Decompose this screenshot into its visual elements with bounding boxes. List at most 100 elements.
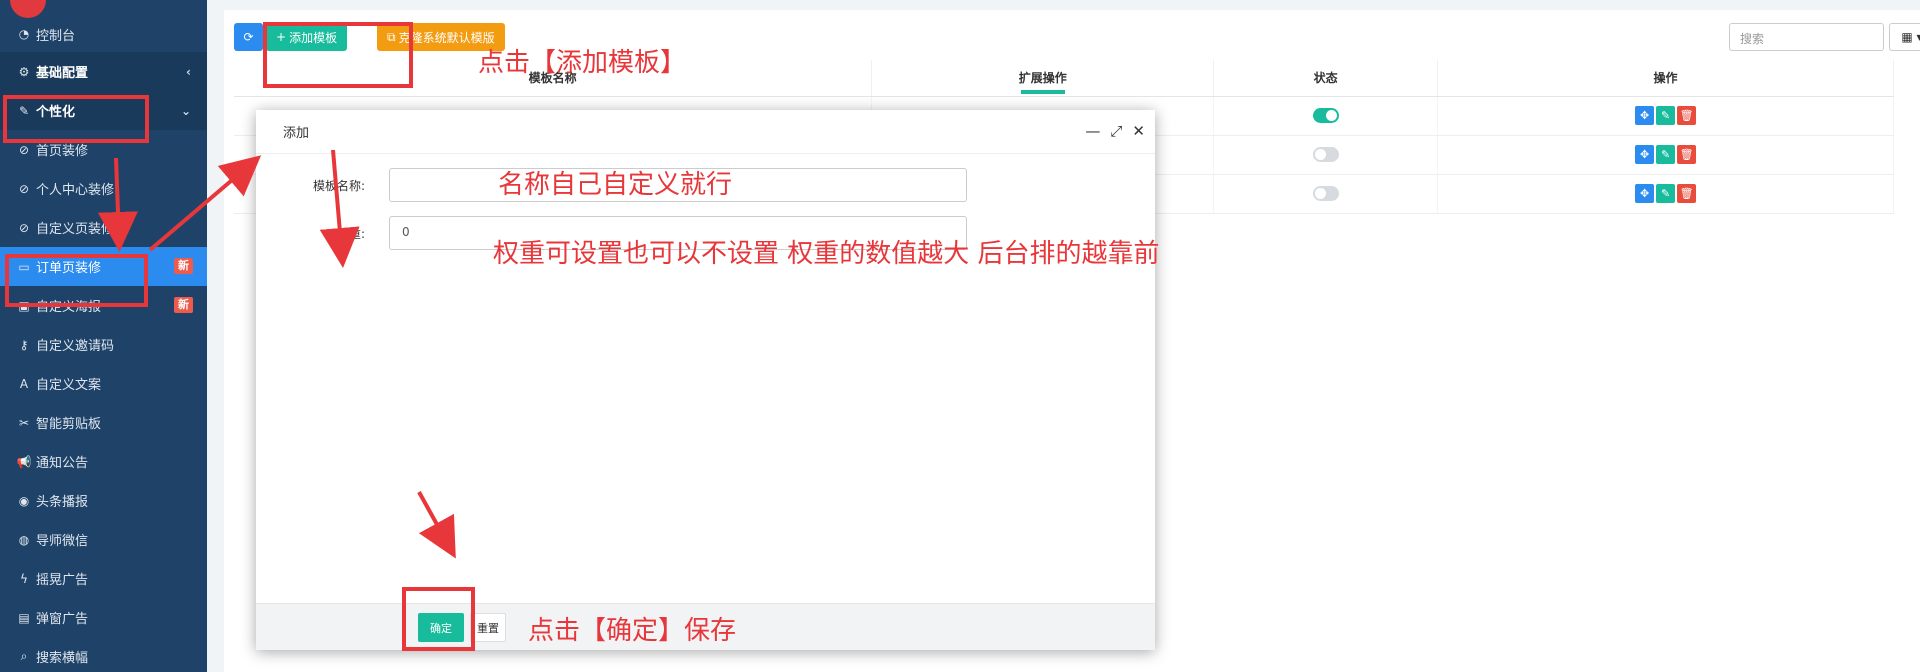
cell-status <box>1213 174 1439 214</box>
sidebar-item-label: 基础配置 <box>36 66 89 81</box>
dashboard-icon: ◔ <box>18 27 30 41</box>
trash-icon: 🗑 <box>1679 148 1694 161</box>
sidebar-item-7[interactable]: ▣ 自定义海报 新 <box>0 286 207 325</box>
sidebar-item-label: 搜索横幅 <box>36 651 89 666</box>
font-icon: A <box>19 376 29 391</box>
sidebar-item-label: 自定义文案 <box>36 378 102 393</box>
pencil-icon: ✎ <box>1660 109 1671 122</box>
scissors-icon: ✂ <box>18 415 30 430</box>
paint-icon: ⊘ <box>18 181 30 196</box>
dialog-title: 添加 <box>283 126 310 141</box>
extended-op-button[interactable] <box>1020 90 1065 94</box>
maximize-icon[interactable]: ⤢ <box>1110 122 1122 140</box>
drag-move-button[interactable]: ✥ <box>1635 184 1655 203</box>
podcast-icon: ◉ <box>18 493 30 508</box>
sidebar-item-label: 弹窗广告 <box>36 612 89 627</box>
sidebar: ◔ 控制台 ⚙ 基础配置 ‹ ✎ 个性化 ⌄ ⊘ 首页装修 ⊘ 个人中心装修 ⊘ 自定义页装修 ▭ 订单页装修… <box>0 0 207 672</box>
paint-icon: ⊘ <box>18 142 30 157</box>
cell-status <box>1213 96 1439 136</box>
template-name-label: 模板名称: <box>312 178 365 193</box>
confirm-button[interactable]: 确定 <box>418 613 464 642</box>
sidebar-item-15[interactable]: ▤ 弹窗广告 <box>0 598 207 637</box>
minimize-icon[interactable]: — <box>1085 122 1100 140</box>
delete-button[interactable]: 🗑 <box>1677 145 1697 164</box>
bullhorn-icon: 📢 <box>16 454 32 469</box>
cell-status <box>1213 135 1439 175</box>
edit-button[interactable]: ✎ <box>1656 145 1676 164</box>
column-header-actions[interactable]: 操作 <box>1437 60 1894 97</box>
annotation-click-ok: 点击【确定】保存 <box>528 616 737 646</box>
reset-button[interactable]: 重置 <box>470 613 506 642</box>
dialog-header: 添加 — ⤢ ✕ <box>256 110 1155 154</box>
paint-icon: ⊘ <box>18 220 30 235</box>
chevron-down-icon: ⌄ <box>180 103 191 118</box>
cogs-icon: ⚙ <box>18 64 30 79</box>
sidebar-item-label: 个性化 <box>36 105 76 120</box>
sidebar-item-13[interactable]: ◍ 导师微信 <box>0 520 207 559</box>
magic-wand-icon: ✎ <box>18 103 30 118</box>
edit-button[interactable]: ✎ <box>1656 184 1676 203</box>
annotation-name-hint: 名称自己自定义就行 <box>498 170 733 200</box>
trash-icon: 🗑 <box>1679 187 1694 200</box>
sidebar-item-16[interactable]: ⌕ 搜索横幅 <box>0 637 207 672</box>
status-toggle[interactable] <box>1312 186 1339 201</box>
sidebar-item-label: 自定义海报 <box>36 300 102 315</box>
move-icon: ✥ <box>1639 109 1650 122</box>
sidebar-item-8[interactable]: ⚷ 自定义邀请码 <box>0 325 207 364</box>
sidebar-item-6[interactable]: ▭ 订单页装修 新 <box>0 247 207 286</box>
sidebar-item-label: 订单页装修 <box>36 261 102 276</box>
window-icon: ▭ <box>18 259 30 274</box>
status-toggle[interactable] <box>1312 108 1339 123</box>
drag-move-button[interactable]: ✥ <box>1635 106 1655 125</box>
search-icon: ⌕ <box>20 649 28 663</box>
column-header-status[interactable]: 状态 <box>1213 60 1439 97</box>
sidebar-item-3[interactable]: ⊘ 首页装修 <box>0 130 207 169</box>
edit-button[interactable]: ✎ <box>1656 106 1676 125</box>
sidebar-item-label: 自定义邀请码 <box>36 339 115 354</box>
sidebar-top <box>0 0 207 18</box>
delete-button[interactable]: 🗑 <box>1677 184 1697 203</box>
cell-actions: ✥ ✎ 🗑 <box>1437 135 1894 175</box>
annotation-weight-hint: 权重可设置也可以不设置 权重的数值越大 后台排的越靠前 <box>493 239 1160 269</box>
sidebar-item-0[interactable]: ◔ 控制台 <box>0 16 207 52</box>
wechat-icon: ◍ <box>18 532 30 547</box>
sidebar-item-14[interactable]: ϟ 摇晃广告 <box>0 559 207 598</box>
search-input[interactable]: 搜索 <box>1729 23 1884 51</box>
drag-move-button[interactable]: ✥ <box>1635 145 1655 164</box>
refresh-button[interactable]: ⟳ <box>234 23 263 51</box>
copy-icon: ⧉ <box>387 29 396 44</box>
sidebar-item-11[interactable]: 📢 通知公告 <box>0 442 207 481</box>
add-template-button[interactable]: + 添加模板 <box>266 23 348 51</box>
annotation-click-add: 点击【添加模板】 <box>478 48 687 78</box>
sidebar-item-1[interactable]: ⚙ 基础配置 ‹ <box>0 52 207 91</box>
dialog-controls: — ⤢ ✕ <box>1085 122 1145 140</box>
sidebar-item-10[interactable]: ✂ 智能剪贴板 <box>0 403 207 442</box>
sidebar-item-label: 摇晃广告 <box>36 573 89 588</box>
sidebar-item-2[interactable]: ✎ 个性化 ⌄ <box>0 91 207 130</box>
new-badge: 新 <box>174 258 193 274</box>
add-template-label: 添加模板 <box>289 30 338 45</box>
sidebar-item-label: 自定义页装修 <box>36 222 115 237</box>
new-badge: 新 <box>174 297 193 313</box>
sidebar-item-label: 智能剪贴板 <box>36 417 102 432</box>
sidebar-item-12[interactable]: ◉ 头条播报 <box>0 481 207 520</box>
cell-actions: ✥ ✎ 🗑 <box>1437 96 1894 136</box>
toggle-knob <box>1325 110 1337 121</box>
delete-button[interactable]: 🗑 <box>1677 106 1697 125</box>
close-icon[interactable]: ✕ <box>1132 122 1145 140</box>
sidebar-item-5[interactable]: ⊘ 自定义页装修 <box>0 208 207 247</box>
status-toggle[interactable] <box>1312 147 1339 162</box>
sidebar-item-9[interactable]: A 自定义文案 <box>0 364 207 403</box>
chevron-left-icon: ‹ <box>186 64 191 79</box>
sidebar-menu: ◔ 控制台 ⚙ 基础配置 ‹ ✎ 个性化 ⌄ ⊘ 首页装修 ⊘ 个人中心装修 ⊘ 自定义页装修 ▭ 订单页装修… <box>0 16 207 672</box>
popup-icon: ▤ <box>18 610 30 625</box>
trash-icon: 🗑 <box>1679 109 1694 122</box>
columns-toggle-button[interactable]: ▦ ▾ <box>1889 23 1920 51</box>
sidebar-item-label: 通知公告 <box>36 456 89 471</box>
sidebar-item-4[interactable]: ⊘ 个人中心装修 <box>0 169 207 208</box>
pencil-icon: ✎ <box>1660 187 1671 200</box>
sidebar-item-label: 头条播报 <box>36 495 89 510</box>
sidebar-item-label: 个人中心装修 <box>36 183 115 198</box>
pencil-icon: ✎ <box>1660 148 1671 161</box>
plus-icon: + <box>276 30 287 44</box>
